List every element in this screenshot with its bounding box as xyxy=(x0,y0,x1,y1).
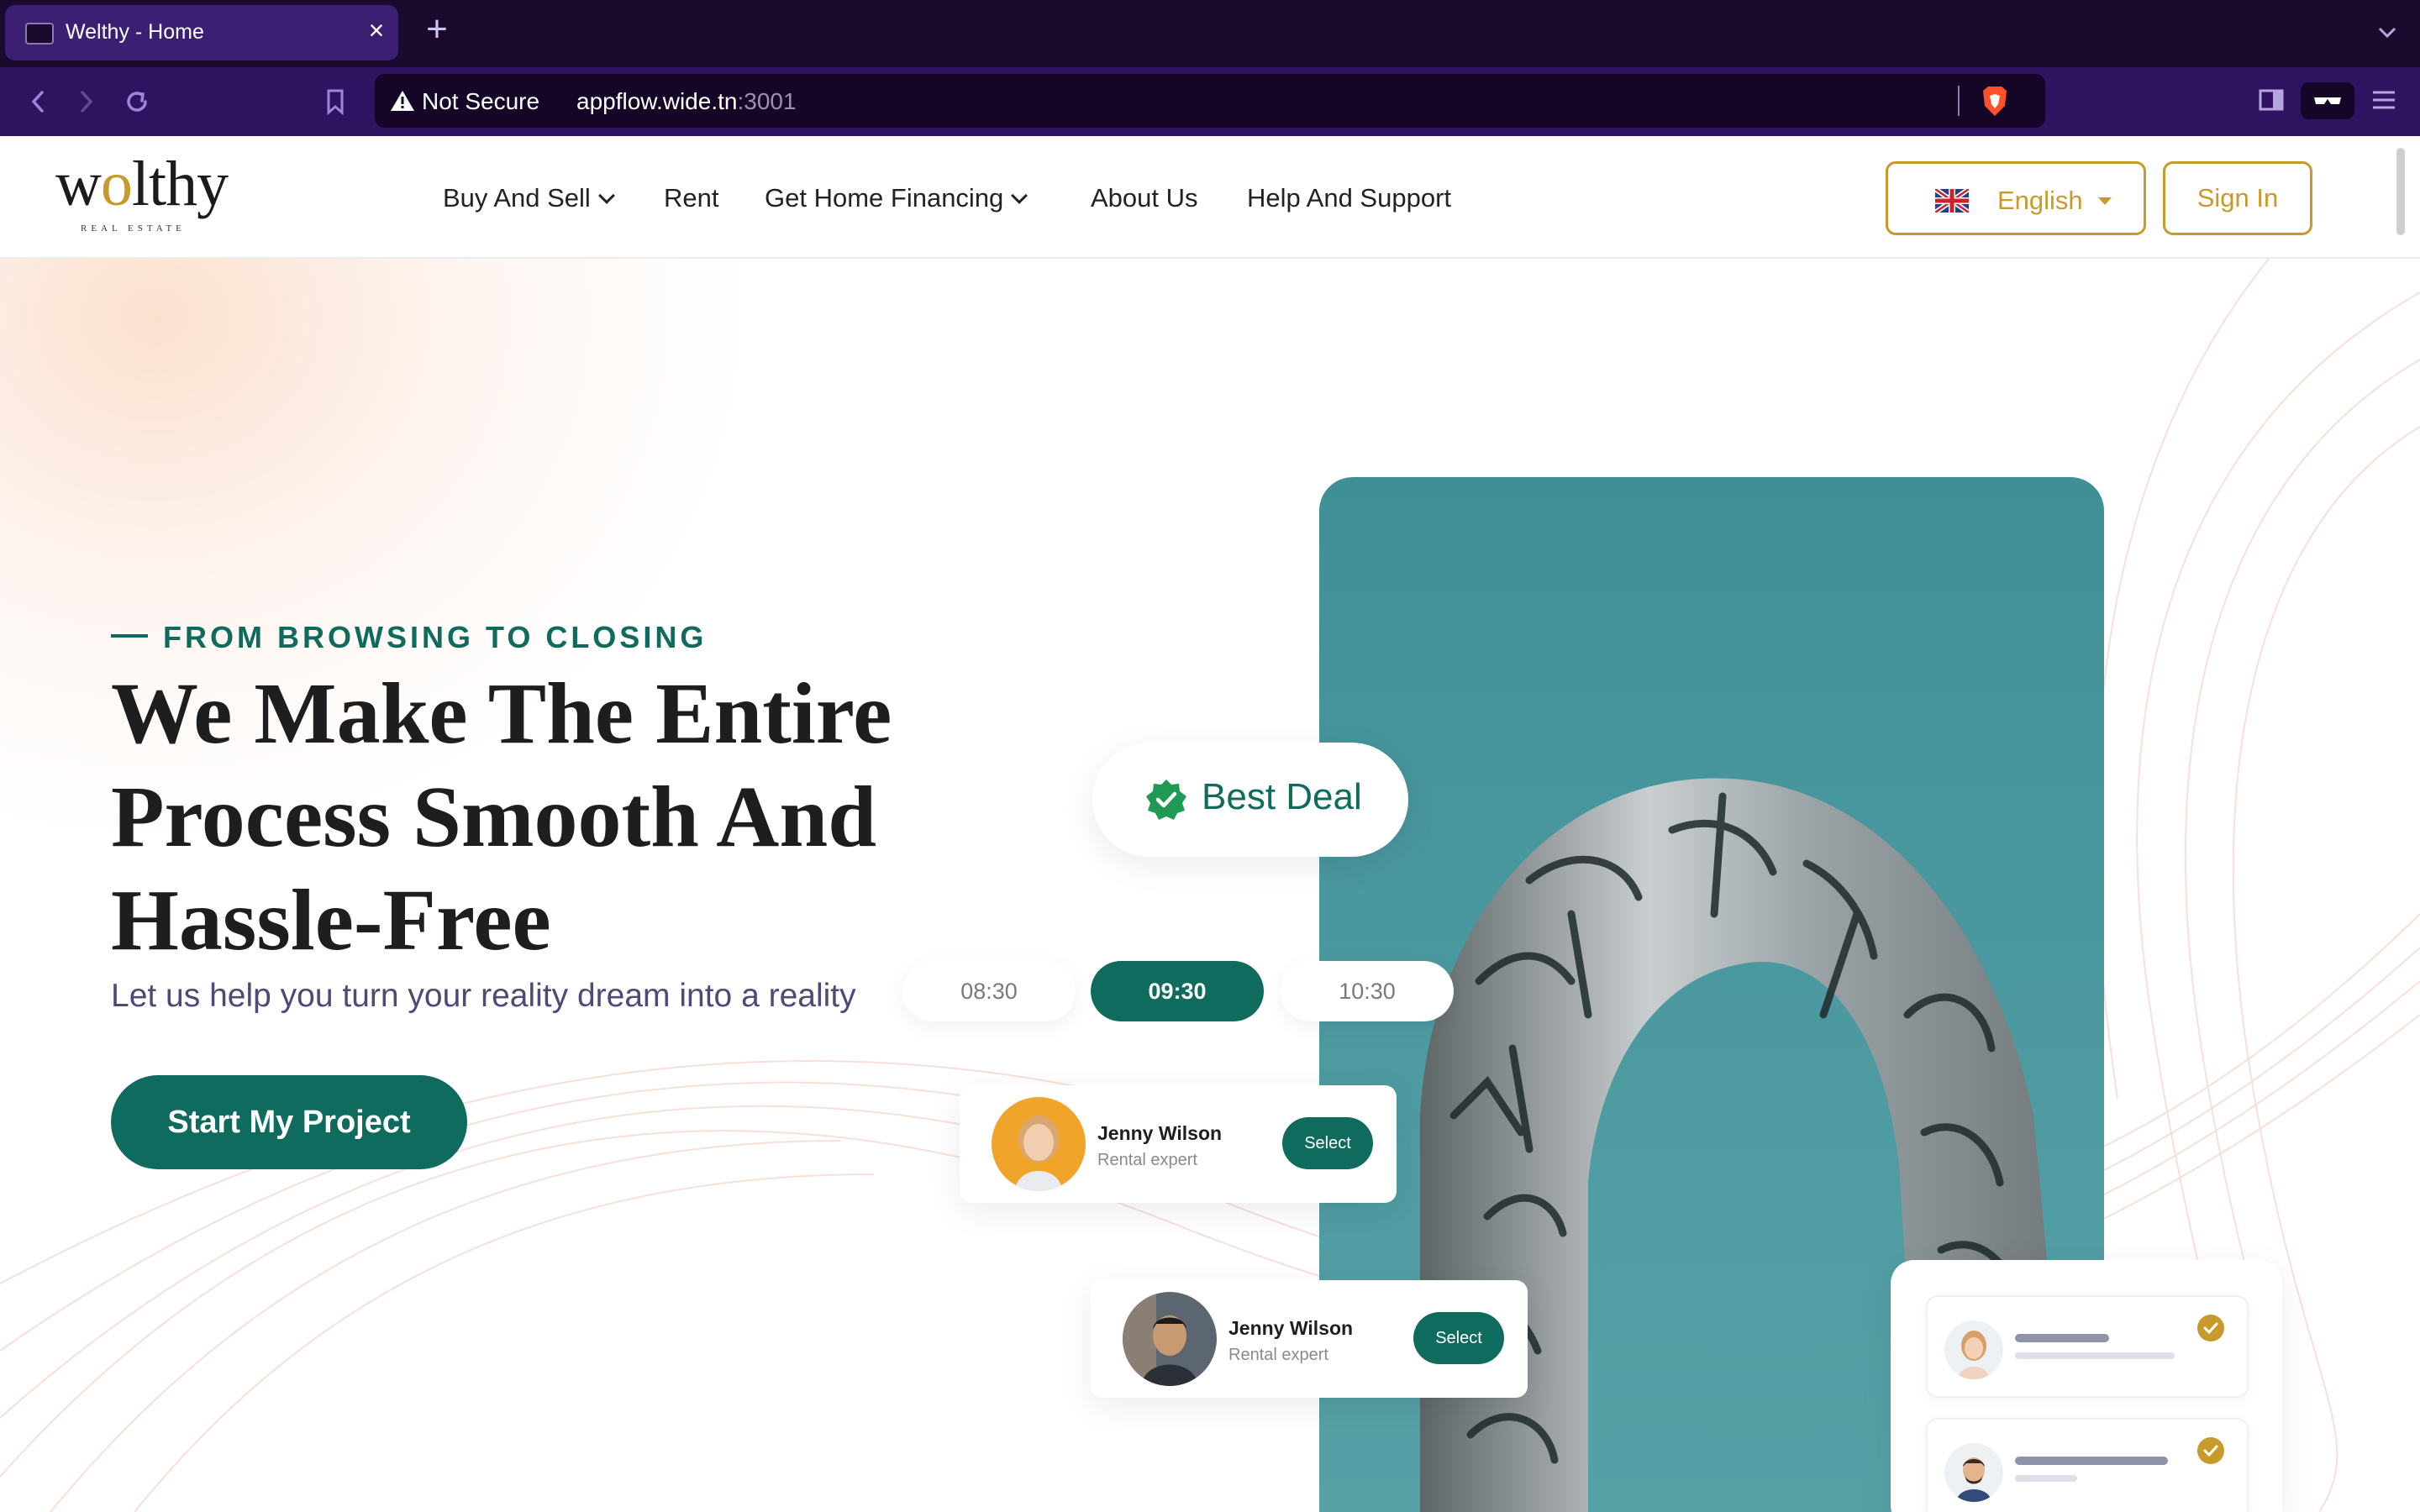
glasses-icon xyxy=(2314,97,2341,104)
browser-tab[interactable]: Welthy - Home × xyxy=(5,5,398,60)
close-tab-icon[interactable]: × xyxy=(361,15,392,49)
tab-list-chevron-down-icon[interactable] xyxy=(2375,20,2400,45)
menu-hamburger-icon[interactable] xyxy=(2370,86,2398,114)
browser-tab-bar: Welthy - Home × + xyxy=(0,0,2420,67)
sidebar-toggle-icon[interactable] xyxy=(2257,86,2286,114)
reader-mode-button[interactable] xyxy=(2301,82,2354,119)
back-arrow-icon[interactable] xyxy=(18,82,57,121)
site-favicon-icon xyxy=(25,23,54,45)
agent-role: Rental expert xyxy=(1097,1151,1197,1169)
url-text[interactable]: appflow.wide.tn:3001 xyxy=(576,88,797,115)
avatar xyxy=(1944,1320,2003,1379)
select-agent-button[interactable]: Select xyxy=(1282,1117,1373,1169)
start-project-button[interactable]: Start My Project xyxy=(111,1075,467,1169)
placeholder-bar xyxy=(2015,1475,2077,1482)
nav-label: About Us xyxy=(1091,183,1198,213)
agent-card: Jenny Wilson Rental expert Select xyxy=(960,1085,1397,1203)
sign-in-button[interactable]: Sign In xyxy=(2163,161,2312,235)
time-slot-0930[interactable]: 09:30 xyxy=(1091,961,1264,1021)
list-item[interactable] xyxy=(1926,1295,2249,1398)
verified-badge-icon xyxy=(1146,780,1186,820)
nav-rent[interactable]: Rent xyxy=(664,183,718,213)
logo-wordmark: wolthy xyxy=(55,149,229,219)
site-logo[interactable]: wolthy REAL ESTATE xyxy=(55,148,229,240)
best-deal-badge: Best Deal xyxy=(1092,743,1408,857)
select-agent-button[interactable]: Select xyxy=(1413,1312,1504,1364)
hero-headline: We Make The Entire Process Smooth And Ha… xyxy=(111,665,892,969)
nav-help-and-support[interactable]: Help And Support xyxy=(1247,183,1451,213)
nav-label: Rent xyxy=(664,183,719,213)
security-status[interactable]: Not Secure xyxy=(422,88,539,115)
site-header: wolthy REAL ESTATE Buy And Sell Rent Get… xyxy=(0,136,2420,259)
check-circle-icon xyxy=(2197,1315,2224,1341)
time-slot-1030[interactable]: 10:30 xyxy=(1281,961,1454,1021)
page-scrollbar[interactable] xyxy=(2396,148,2405,235)
tab-title: Welthy - Home xyxy=(66,20,204,44)
address-bar-divider xyxy=(1958,86,1960,116)
new-tab-button[interactable]: + xyxy=(420,8,454,55)
address-bar[interactable]: Not Secure appflow.wide.tn:3001 xyxy=(375,74,2045,128)
nav-label: Buy And Sell xyxy=(443,183,591,213)
caret-down-icon xyxy=(2098,197,2112,205)
placeholder-bar xyxy=(2015,1334,2109,1342)
hero-eyebrow: FROM BROWSING TO CLOSING xyxy=(111,620,707,655)
placeholder-bar xyxy=(2015,1352,2175,1359)
avatar xyxy=(1944,1443,2003,1502)
nav-about-us[interactable]: About Us xyxy=(1091,183,1198,213)
uk-flag-icon xyxy=(1935,189,1969,213)
time-slot-0830[interactable]: 08:30 xyxy=(902,961,1076,1021)
eyebrow-dash xyxy=(111,634,148,638)
warning-icon xyxy=(391,91,414,111)
hero-subline: Let us help you turn your reality dream … xyxy=(111,978,856,1014)
url-port: :3001 xyxy=(737,88,797,114)
nav-label: Help And Support xyxy=(1247,183,1452,213)
best-deal-label: Best Deal xyxy=(1202,776,1362,817)
placeholder-bar xyxy=(2015,1457,2168,1465)
nav-label: Get Home Financing xyxy=(765,183,1004,213)
agent-role: Rental expert xyxy=(1228,1346,1328,1364)
chevron-down-icon xyxy=(1011,187,1028,204)
language-selector[interactable]: English xyxy=(1886,161,2146,235)
browser-toolbar: Not Secure appflow.wide.tn:3001 xyxy=(0,67,2420,136)
chevron-down-icon xyxy=(597,187,615,204)
brave-shield-icon[interactable] xyxy=(1980,84,2010,118)
hero-section: FROM BROWSING TO CLOSING We Make The Ent… xyxy=(0,259,2420,1512)
nav-get-home-financing[interactable]: Get Home Financing xyxy=(765,183,1028,213)
check-circle-icon xyxy=(2197,1437,2224,1464)
list-item[interactable] xyxy=(1926,1418,2249,1512)
bookmark-icon[interactable] xyxy=(316,82,355,121)
agent-card: Jenny Wilson Rental expert Select xyxy=(1091,1280,1528,1398)
reload-icon[interactable] xyxy=(118,82,156,121)
nav-buy-and-sell[interactable]: Buy And Sell xyxy=(443,183,615,213)
agent-name: Jenny Wilson xyxy=(1097,1122,1223,1144)
url-host: appflow.wide.tn xyxy=(576,88,738,114)
language-label: English xyxy=(1997,186,2083,215)
forward-arrow-icon[interactable] xyxy=(67,82,106,121)
logo-tagline: REAL ESTATE xyxy=(81,223,186,234)
agent-name: Jenny Wilson xyxy=(1228,1317,1354,1339)
avatar xyxy=(1123,1292,1217,1386)
eyebrow-text: FROM BROWSING TO CLOSING xyxy=(163,620,708,654)
agent-list-panel xyxy=(1891,1260,2282,1512)
avatar xyxy=(992,1097,1086,1191)
